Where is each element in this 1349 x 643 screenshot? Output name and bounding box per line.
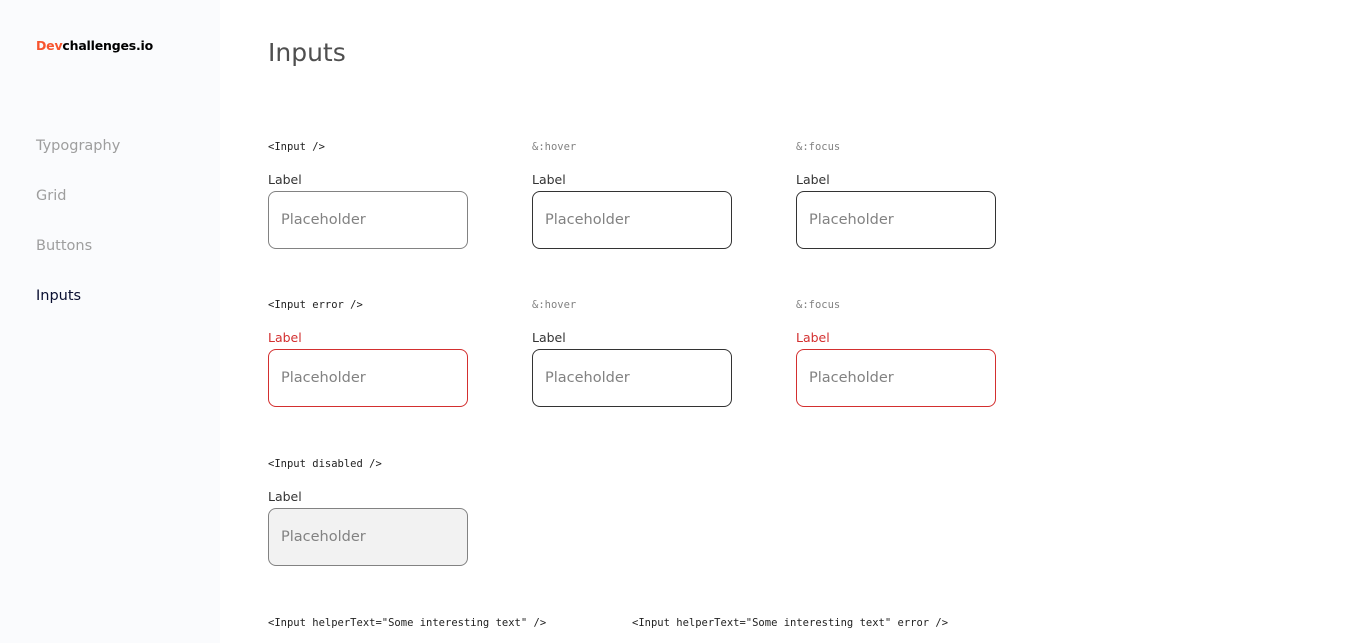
input-error[interactable]	[268, 349, 468, 407]
code-focus: &:focus	[796, 141, 841, 153]
sidebar-item-grid[interactable]: Grid	[36, 188, 66, 204]
input-label-error: Label	[268, 330, 302, 345]
code-input-helper-text: <Input helperText="Some interesting text…	[268, 617, 547, 629]
code-input-helper-text-error: <Input helperText="Some interesting text…	[632, 617, 949, 629]
input-disabled	[268, 508, 468, 566]
code-input-disabled: <Input disabled />	[268, 458, 382, 470]
input-label: Label	[268, 172, 302, 187]
code-input-default: <Input />	[268, 141, 325, 153]
page-title: Inputs	[268, 38, 346, 67]
input-label-error: Label	[796, 330, 830, 345]
sidebar: Devchallenges.io Typography Grid Buttons…	[0, 0, 220, 643]
input-label: Label	[268, 489, 302, 504]
logo-dev: Dev	[36, 38, 63, 53]
code-hover: &:hover	[532, 299, 577, 311]
input-label: Label	[532, 330, 566, 345]
sidebar-item-typography[interactable]: Typography	[36, 138, 120, 154]
input-error-hover[interactable]	[532, 349, 732, 407]
code-input-error: <Input error />	[268, 299, 363, 311]
logo[interactable]: Devchallenges.io	[36, 38, 153, 53]
input-default-focus[interactable]	[796, 191, 996, 249]
code-focus: &:focus	[796, 299, 841, 311]
input-label: Label	[796, 172, 830, 187]
code-hover: &:hover	[532, 141, 577, 153]
input-default[interactable]	[268, 191, 468, 249]
input-error-focus[interactable]	[796, 349, 996, 407]
sidebar-item-inputs[interactable]: Inputs	[36, 288, 81, 304]
logo-rest: challenges.io	[62, 38, 153, 53]
sidebar-item-buttons[interactable]: Buttons	[36, 238, 92, 254]
input-default-hover[interactable]	[532, 191, 732, 249]
input-label: Label	[532, 172, 566, 187]
